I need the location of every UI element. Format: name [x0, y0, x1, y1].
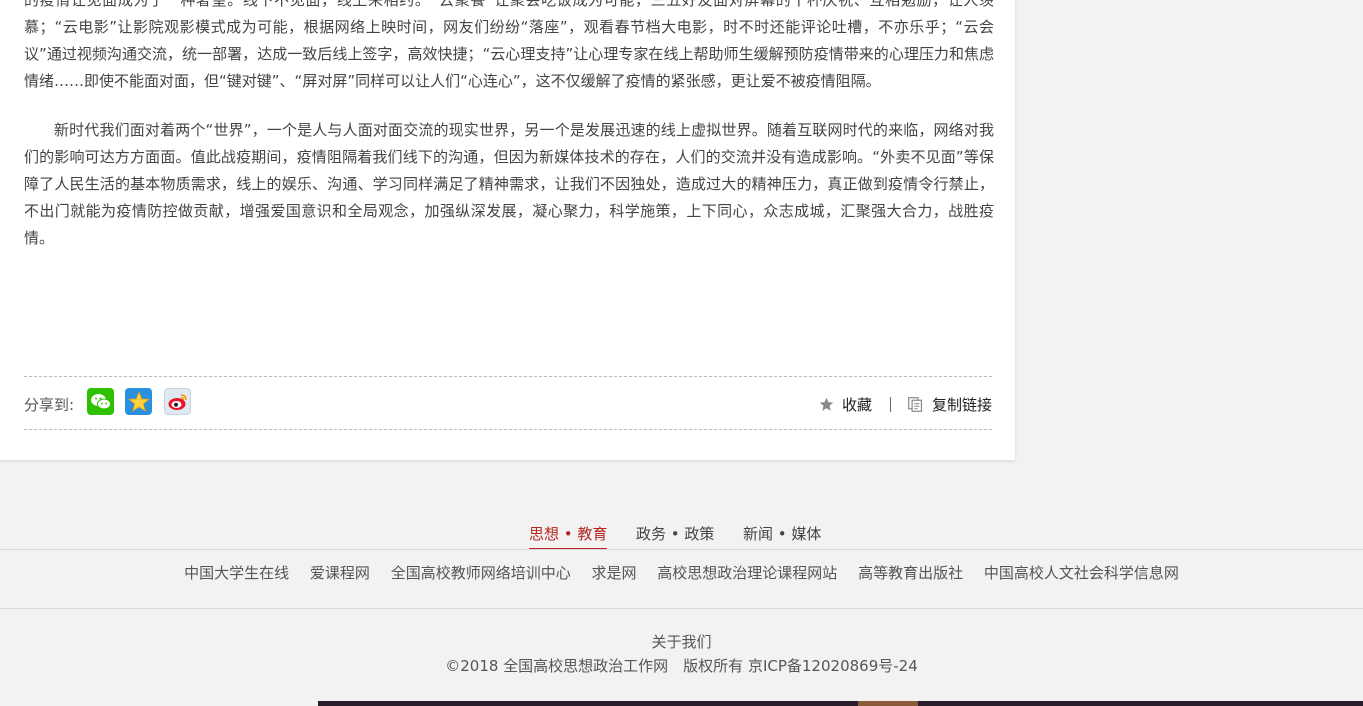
weibo-icon[interactable] [164, 388, 191, 415]
article-paragraph: 的疫情让见面成为了一种奢望。线下不见面，线上来相约。“云聚餐”让聚会吃饭成为可能… [24, 0, 994, 90]
star-icon [819, 397, 834, 411]
article-card: 的疫情让见面成为了一种奢望。线下不见面，线上来相约。“云聚餐”让聚会吃饭成为可能… [0, 0, 1015, 460]
footer-link[interactable]: 求是网 [591, 564, 636, 582]
bottom-strip [318, 701, 1363, 706]
footer-tabs: 思想 • 教育 政务 • 政策 新闻 • 媒体 [0, 520, 1363, 550]
action-divider [889, 397, 891, 412]
article-body: 的疫情让见面成为了一种奢望。线下不见面，线上来相约。“云聚餐”让聚会吃饭成为可能… [24, 0, 994, 274]
tab-government-policy[interactable]: 政务 • 政策 [636, 523, 714, 548]
footer-link[interactable]: 中国高校人文社会科学信息网 [984, 564, 1179, 582]
copyright-text: ©2018 全国高校思想政治工作网 版权所有 京ICP备12020869号-24 [445, 657, 918, 675]
favorite-label: 收藏 [841, 396, 872, 414]
footer-link[interactable]: 高等教育出版社 [858, 564, 963, 582]
favorite-button[interactable]: 收藏 [819, 394, 872, 415]
qzone-icon[interactable] [125, 388, 152, 415]
bottom-strip-segment [858, 701, 918, 706]
footer-link[interactable]: 全国高校教师网络培训中心 [391, 564, 571, 582]
share-actions: 收藏 复制链接 [819, 394, 992, 415]
footer-divider [0, 549, 1363, 550]
footer-link[interactable]: 高校思想政治理论课程网站 [657, 564, 837, 582]
copy-link-button[interactable]: 复制链接 [907, 394, 992, 415]
footer-divider [0, 608, 1363, 609]
article-paragraph: 新时代我们面对着两个“世界”，一个是人与人面对面交流的现实世界，另一个是发展迅速… [24, 121, 994, 247]
footer-link[interactable]: 爱课程网 [310, 564, 370, 582]
tab-news-media[interactable]: 新闻 • 媒体 [743, 523, 821, 548]
footer-link[interactable]: 中国大学生在线 [184, 564, 289, 582]
share-label: 分享到: [24, 396, 75, 414]
copy-icon [908, 397, 923, 412]
footer-links: 中国大学生在线 爱课程网 全国高校教师网络培训中心 求是网 高校思想政治理论课程… [0, 562, 1363, 583]
about-us-link[interactable]: 关于我们 [0, 631, 1363, 652]
tab-thought-education[interactable]: 思想 • 教育 [529, 523, 608, 550]
wechat-icon[interactable] [87, 388, 114, 415]
share-bar: 分享到: 收藏 复制链接 [24, 376, 992, 430]
copy-link-label: 复制链接 [931, 396, 992, 414]
